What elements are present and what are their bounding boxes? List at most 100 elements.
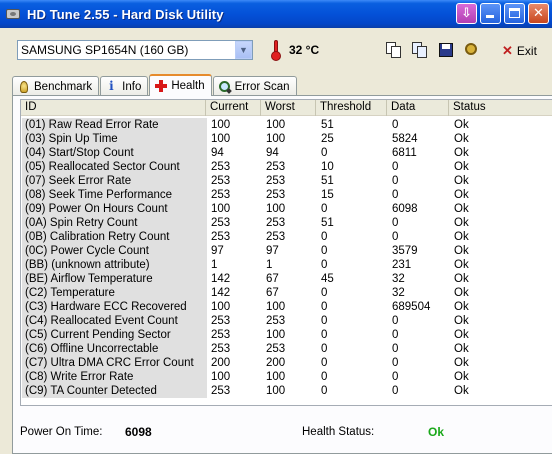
attribute-id-cell: (08) Seek Time Performance [22,188,207,202]
table-row[interactable]: (01) Raw Read Error Rate 100 100 51 0 Ok [21,118,552,132]
current-cell: 100 [211,301,231,313]
attribute-id-cell: (04) Start/Stop Count [22,146,207,160]
table-row[interactable]: (04) Start/Stop Count 94 94 0 6811 Ok [21,146,552,160]
status-cell: Ok [454,133,469,145]
data-cell: 0 [392,371,399,383]
column-header-threshold[interactable]: Threshold [316,100,387,116]
table-row[interactable]: (BB) (unknown attribute) 1 1 0 231 Ok [21,258,552,272]
threshold-cell: 0 [321,245,328,257]
worst-cell: 1 [266,259,273,271]
maximize-icon [509,8,520,18]
current-cell: 100 [211,203,231,215]
temperature-readout: 32 °C [289,43,320,57]
worst-cell: 200 [266,357,286,369]
attribute-id-cell: (05) Reallocated Sector Count [22,160,207,174]
tab-error-scan[interactable]: Error Scan [212,76,297,96]
worst-cell: 67 [266,273,279,285]
save-button[interactable] [437,41,455,59]
tab-label: Health [171,80,205,92]
table-row[interactable]: (C2) Temperature 142 67 0 32 Ok [21,286,552,300]
table-row[interactable]: (BE) Airflow Temperature 142 67 45 32 Ok [21,272,552,286]
status-cell: Ok [454,343,469,355]
threshold-cell: 45 [321,273,334,285]
table-row[interactable]: (C8) Write Error Rate 100 100 0 0 Ok [21,370,552,384]
data-cell: 0 [392,315,399,327]
power-on-time-label: Power On Time: [20,426,103,438]
attribute-id-cell: (09) Power On Hours Count [22,202,207,216]
copy-screenshot-button[interactable] [411,41,429,59]
tab-benchmark[interactable]: Benchmark [12,76,100,96]
health-status-value: Ok [428,425,445,439]
current-cell: 253 [211,217,231,229]
data-cell: 0 [392,385,399,397]
table-row[interactable]: (C5) Current Pending Sector 253 100 0 0 Ok [21,328,552,342]
worst-cell: 100 [266,301,286,313]
hard-disk-icon [5,6,21,22]
data-cell: 231 [392,259,412,271]
chevron-down-icon[interactable]: ▼ [235,41,252,59]
copy-text-button[interactable] [385,41,403,59]
worst-cell: 100 [266,385,286,397]
table-row[interactable]: (0A) Spin Retry Count 253 253 51 0 Ok [21,216,552,230]
window-controls: ⇩ ✕ [456,3,549,24]
attribute-id-cell: (C5) Current Pending Sector [22,328,207,342]
table-row[interactable]: (C3) Hardware ECC Recovered 100 100 0 689504… [21,300,552,314]
table-row[interactable]: (C9) TA Counter Detected 253 100 0 0 Ok [21,384,552,398]
worst-cell: 253 [266,231,286,243]
column-header-status[interactable]: Status [449,100,552,116]
gear-icon [465,43,477,55]
table-row[interactable]: (0B) Calibration Retry Count 253 253 0 0 Ok [21,230,552,244]
down-arrow-button[interactable]: ⇩ [456,3,477,24]
current-cell: 253 [211,231,231,243]
table-row[interactable]: (07) Seek Error Rate 253 253 51 0 Ok [21,174,552,188]
table-row[interactable]: (08) Seek Time Performance 253 253 15 0 Ok [21,188,552,202]
worst-cell: 100 [266,329,286,341]
drive-select[interactable]: SAMSUNG SP1654N (160 GB) ▼ [17,40,253,60]
table-row[interactable]: (05) Reallocated Sector Count 253 253 10 0 Ok [21,160,552,174]
thermometer-icon [271,40,281,61]
minimize-button[interactable] [480,3,501,24]
data-cell: 32 [392,273,405,285]
threshold-cell: 0 [321,259,328,271]
tab-health[interactable]: Health [149,74,212,96]
data-cell: 0 [392,175,399,187]
threshold-cell: 0 [321,329,328,341]
table-header: ID Current Worst Threshold Data Status [21,100,552,116]
close-icon: ✕ [533,6,544,21]
worst-cell: 67 [266,287,279,299]
table-row[interactable]: (09) Power On Hours Count 100 100 0 6098 Ok [21,202,552,216]
attribute-id-cell: (01) Raw Read Error Rate [22,118,207,132]
table-row[interactable]: (03) Spin Up Time 100 100 25 5824 Ok [21,132,552,146]
copy-page-icon [391,46,401,58]
data-cell: 6811 [392,147,417,159]
close-button[interactable]: ✕ [528,3,549,24]
worst-cell: 253 [266,315,286,327]
attribute-id-cell: (C2) Temperature [22,286,207,300]
attribute-id-cell: (0A) Spin Retry Count [22,216,207,230]
column-header-data[interactable]: Data [387,100,449,116]
power-on-time-value: 6098 [125,425,152,439]
status-cell: Ok [454,357,469,369]
title-bar[interactable]: HD Tune 2.55 - Hard Disk Utility ⇩ ✕ [0,0,552,28]
table-row[interactable]: (C4) Reallocated Event Count 253 253 0 0 Ok [21,314,552,328]
column-header-worst[interactable]: Worst [261,100,316,116]
maximize-button[interactable] [504,3,525,24]
options-button[interactable] [463,41,481,59]
table-row[interactable]: (C7) Ultra DMA CRC Error Count 200 200 0 0 Ok [21,356,552,370]
table-row[interactable]: (C6) Offline Uncorrectable 253 253 0 0 Ok [21,342,552,356]
smart-table[interactable]: ID Current Worst Threshold Data Status (… [20,99,552,406]
data-cell: 0 [392,217,399,229]
worst-cell: 100 [266,371,286,383]
attribute-id-cell: (C3) Hardware ECC Recovered [22,300,207,314]
column-header-current[interactable]: Current [206,100,261,116]
worst-cell: 100 [266,119,286,131]
tab-info[interactable]: Info [100,76,149,96]
health-cross-icon [155,80,168,92]
exit-button[interactable]: ✕ Exit [502,43,537,59]
worst-cell: 100 [266,203,286,215]
column-header-id[interactable]: ID [21,100,206,116]
status-cell: Ok [454,189,469,201]
info-icon [106,79,118,93]
threshold-cell: 15 [321,189,334,201]
table-row[interactable]: (0C) Power Cycle Count 97 97 0 3579 Ok [21,244,552,258]
